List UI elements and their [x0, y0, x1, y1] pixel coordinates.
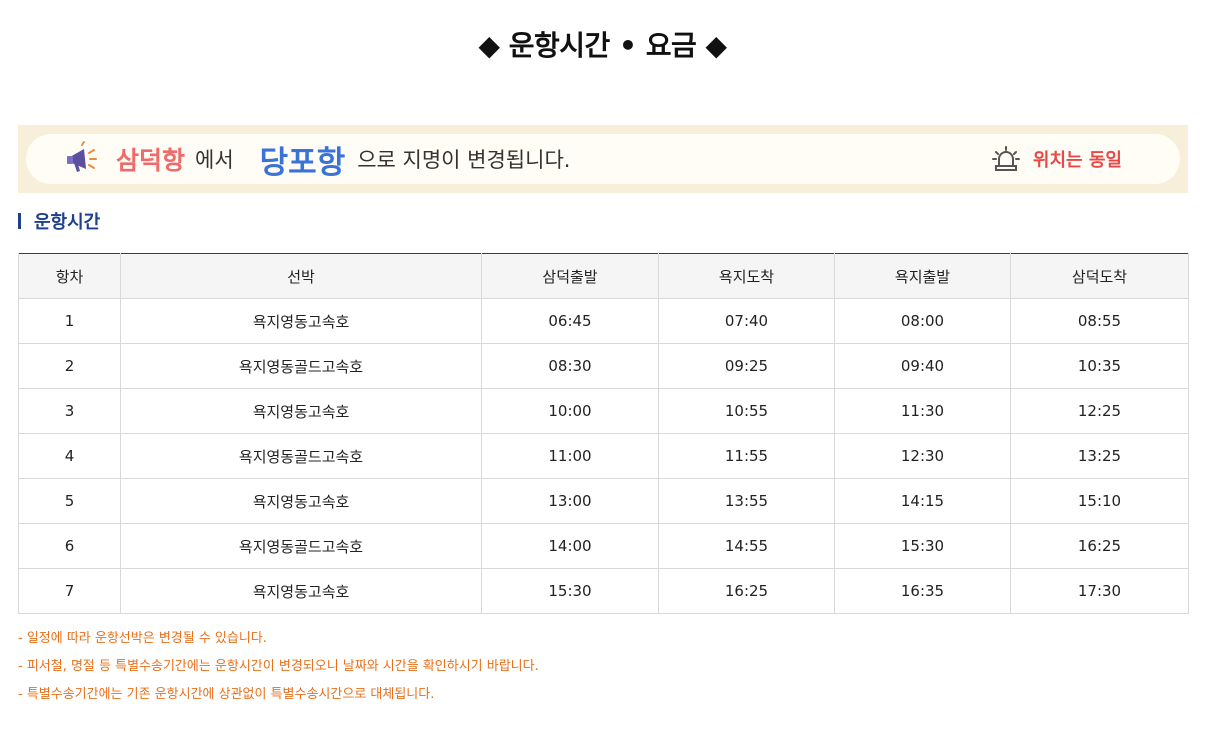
header-samdeok-depart: 삼덕출발 [481, 253, 659, 299]
time-cell: 13:55 [658, 478, 835, 524]
notice-banner: 삼덕항 에서 당포항 으로 지명이 변경됩니다. 위치는 동일 [18, 125, 1188, 193]
banner-connector: 에서 [195, 148, 234, 172]
time-cell: 15:30 [481, 568, 659, 614]
time-cell: 15:30 [834, 523, 1011, 569]
vessel-cell: 욕지영동고속호 [120, 478, 482, 524]
time-cell: 14:00 [481, 523, 659, 569]
banner-tail-text: 으로 지명이 변경됩니다. [357, 148, 571, 172]
vessel-cell: 욕지영동고속호 [120, 388, 482, 434]
time-cell: 14:55 [658, 523, 835, 569]
time-cell: 17:30 [1010, 568, 1189, 614]
header-yokji-depart: 욕지출발 [834, 253, 1011, 299]
header-vessel: 선박 [120, 253, 482, 299]
time-cell: 10:55 [658, 388, 835, 434]
vessel-cell: 욕지영동골드고속호 [120, 433, 482, 479]
header-yokji-arrive: 욕지도착 [658, 253, 835, 299]
time-cell: 13:00 [481, 478, 659, 524]
note-item: - 일정에 따라 운항선박은 변경될 수 있습니다. [18, 631, 267, 646]
time-cell: 11:30 [834, 388, 1011, 434]
page-title: ◆ 운항시간 • 요금 ◆ [478, 29, 727, 62]
section-heading: 운항시간 [18, 208, 100, 234]
siren-icon [991, 146, 1020, 171]
time-cell: 06:45 [481, 298, 659, 344]
trip-cell: 4 [18, 433, 121, 479]
time-cell: 07:40 [658, 298, 835, 344]
time-cell: 16:35 [834, 568, 1011, 614]
vessel-cell: 욕지영동골드고속호 [120, 343, 482, 389]
time-cell: 16:25 [658, 568, 835, 614]
time-cell: 10:35 [1010, 343, 1189, 389]
time-cell: 13:25 [1010, 433, 1189, 479]
header-trip: 항차 [18, 253, 121, 299]
time-cell: 14:15 [834, 478, 1011, 524]
table-row: 2 욕지영동골드고속호 08:30 09:25 09:40 10:35 [18, 343, 1189, 389]
trip-cell: 6 [18, 523, 121, 569]
trip-cell: 7 [18, 568, 121, 614]
time-cell: 12:30 [834, 433, 1011, 479]
trip-cell: 5 [18, 478, 121, 524]
schedule-notes: - 일정에 따라 운항선박은 변경될 수 있습니다. - 피서철, 명절 등 특… [18, 630, 539, 714]
time-cell: 08:30 [481, 343, 659, 389]
note-item: - 피서철, 명절 등 특별수송기간에는 운항시간이 변경되오니 날짜와 시간을… [18, 659, 539, 674]
trip-cell: 2 [18, 343, 121, 389]
banner-location-label: 위치는 동일 [1032, 150, 1122, 171]
schedule-table: 항차 선박 삼덕출발 욕지도착 욕지출발 삼덕도착 1 욕지영동고속호 06:4… [18, 253, 1189, 614]
table-row: 7 욕지영동고속호 15:30 16:25 16:35 17:30 [18, 568, 1189, 614]
note-item: - 특별수송기간에는 기존 운항시간에 상관없이 특별수송시간으로 대체됩니다. [18, 687, 435, 702]
banner-location-notice: 위치는 동일 [991, 144, 1122, 174]
table-row: 1 욕지영동고속호 06:45 07:40 08:00 08:55 [18, 298, 1189, 344]
time-cell: 09:40 [834, 343, 1011, 389]
table-row: 5 욕지영동고속호 13:00 13:55 14:15 15:10 [18, 478, 1189, 524]
time-cell: 08:55 [1010, 298, 1189, 344]
trip-cell: 1 [18, 298, 121, 344]
table-row: 3 욕지영동고속호 10:00 10:55 11:30 12:25 [18, 388, 1189, 434]
header-samdeok-arrive: 삼덕도착 [1010, 253, 1189, 299]
vessel-cell: 욕지영동골드고속호 [120, 523, 482, 569]
notice-banner-pill: 삼덕항 에서 당포항 으로 지명이 변경됩니다. 위치는 동일 [26, 134, 1180, 184]
section-heading-text: 운항시간 [34, 212, 101, 233]
vessel-cell: 욕지영동고속호 [120, 298, 482, 344]
time-cell: 08:00 [834, 298, 1011, 344]
time-cell: 16:25 [1010, 523, 1189, 569]
table-row: 6 욕지영동골드고속호 14:00 14:55 15:30 16:25 [18, 523, 1189, 569]
time-cell: 11:00 [481, 433, 659, 479]
banner-new-name: 당포항 [259, 144, 346, 181]
banner-old-name: 삼덕항 [116, 146, 186, 175]
table-row: 4 욕지영동골드고속호 11:00 11:55 12:30 13:25 [18, 433, 1189, 479]
trip-cell: 3 [18, 388, 121, 434]
time-cell: 10:00 [481, 388, 659, 434]
time-cell: 11:55 [658, 433, 835, 479]
schedule-header-row: 항차 선박 삼덕출발 욕지도착 욕지출발 삼덕도착 [18, 253, 1189, 299]
section-heading-bar [18, 213, 21, 229]
time-cell: 12:25 [1010, 388, 1189, 434]
vessel-cell: 욕지영동고속호 [120, 568, 482, 614]
time-cell: 15:10 [1010, 478, 1189, 524]
megaphone-icon [67, 141, 97, 172]
time-cell: 09:25 [658, 343, 835, 389]
